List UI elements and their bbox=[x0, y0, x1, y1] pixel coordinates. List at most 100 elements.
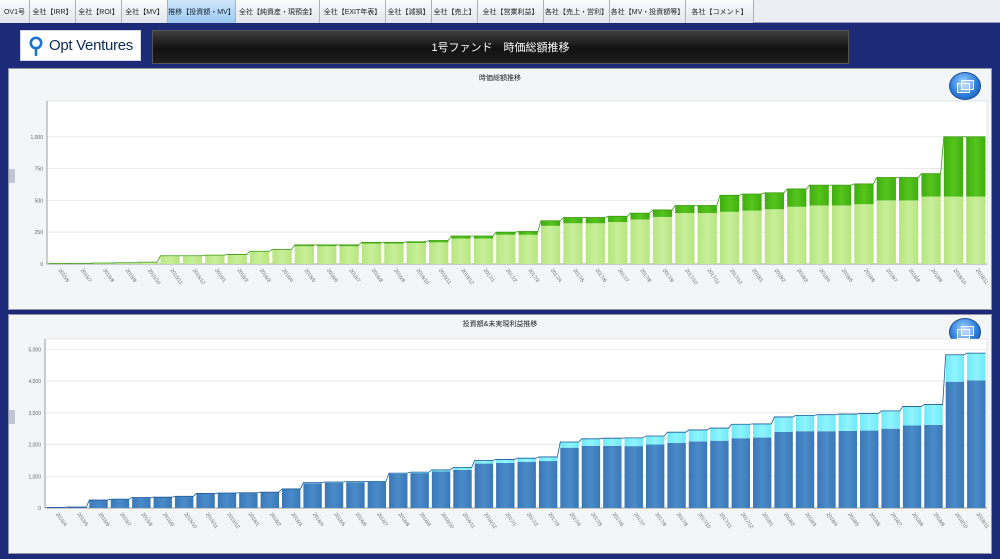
bar-base bbox=[774, 431, 793, 508]
x-tick-label: 2017/8 bbox=[654, 512, 668, 528]
bar-top bbox=[854, 183, 874, 205]
x-tick-label: 2015/6 bbox=[57, 268, 71, 284]
bar-top bbox=[752, 423, 772, 438]
x-tick-label: 2017/3 bbox=[546, 512, 560, 528]
x-tick-label: 2018/8 bbox=[907, 268, 921, 284]
tab-4[interactable]: 全社【MV】 bbox=[122, 0, 168, 23]
bar-base bbox=[451, 238, 471, 264]
bar-base bbox=[652, 216, 673, 264]
x-tick-label: 2016/1 bbox=[247, 512, 261, 528]
tab-6[interactable]: 全社【純資産・現預金】 bbox=[236, 0, 320, 23]
bar-base bbox=[860, 430, 879, 508]
bar-base bbox=[339, 246, 359, 264]
x-tick-label: 2017/7 bbox=[616, 268, 630, 284]
bar-top bbox=[881, 410, 900, 429]
y-tick-label: 1,000 bbox=[30, 135, 43, 141]
x-tick-label: 2015/11 bbox=[204, 512, 219, 530]
x-tick-label: 2017/5 bbox=[571, 268, 585, 284]
bar-base bbox=[667, 442, 686, 508]
bar-base bbox=[817, 431, 836, 508]
x-tick-label: 2016/7 bbox=[375, 512, 389, 528]
bar-base bbox=[731, 438, 751, 508]
x-tick-label: 2017/11 bbox=[706, 268, 721, 286]
x-tick-label: 2018/9 bbox=[932, 512, 946, 528]
x-tick-label: 2018/2 bbox=[773, 268, 787, 284]
bar-base bbox=[742, 210, 762, 264]
tab-5[interactable]: 推移【投資額・MV】 bbox=[168, 0, 236, 23]
bar-top bbox=[608, 216, 628, 223]
bar-base bbox=[272, 249, 292, 264]
bar-base bbox=[473, 238, 494, 264]
x-tick-label: 2015/12 bbox=[225, 512, 240, 530]
bar-top bbox=[517, 458, 536, 462]
bar-base bbox=[624, 446, 643, 508]
x-tick-label: 2018/8 bbox=[910, 512, 924, 528]
bar-base bbox=[581, 445, 601, 508]
bar-top bbox=[921, 173, 941, 197]
investment-chart-panel: 投資額&未実現利益推移 0 1,000 2,000 3,000 4,000 5,000 20… bbox=[8, 314, 992, 554]
x-tick-label: 2018/6 bbox=[862, 268, 876, 284]
bar-base bbox=[966, 196, 986, 264]
bar-base bbox=[303, 483, 322, 508]
x-tick-label: 2016/4 bbox=[280, 268, 294, 284]
bar-base bbox=[538, 461, 558, 508]
bar-base bbox=[943, 196, 964, 264]
x-tick-label: 2015/4 bbox=[54, 512, 68, 528]
bar-base bbox=[921, 196, 941, 264]
bar-base bbox=[899, 200, 919, 264]
bar-top bbox=[710, 428, 729, 441]
tab-12[interactable]: 各社【MV・投資額等】 bbox=[610, 0, 686, 23]
tab-7[interactable]: 全社【EXIT年表】 bbox=[320, 0, 386, 23]
bar-base bbox=[324, 482, 344, 508]
x-tick-label: 2016/9 bbox=[418, 512, 432, 528]
bar-top bbox=[563, 217, 583, 224]
tab-13[interactable]: 各社【コメント】 bbox=[686, 0, 754, 23]
y-tick-label: 500 bbox=[35, 198, 44, 204]
x-tick-label: 2018/10 bbox=[953, 512, 968, 530]
bar-base bbox=[787, 206, 807, 264]
x-tick-label: 2017/10 bbox=[696, 512, 711, 530]
x-tick-label: 2015/7 bbox=[79, 268, 93, 284]
x-tick-label: 2018/3 bbox=[803, 512, 817, 528]
market-cap-chart-panel: 時価総額推移 0 250 500 750 1,000 2015/6 2015/7 2015/8… bbox=[8, 68, 992, 310]
bar-top bbox=[675, 205, 695, 214]
header: Opt Ventures 1号ファンド 時価総額推移 bbox=[8, 28, 998, 64]
bar-base bbox=[346, 482, 365, 508]
bar-top bbox=[764, 192, 785, 210]
x-tick-label: 2017/5 bbox=[589, 512, 603, 528]
bar-top bbox=[624, 437, 643, 447]
x-tick-label: 2017/10 bbox=[683, 268, 698, 286]
investment-chart: 0 1,000 2,000 3,000 4,000 5,000 2015/4 2015/5 20… bbox=[28, 338, 990, 530]
tab-11[interactable]: 各社【売上・営利】 bbox=[544, 0, 610, 23]
tab-1[interactable]: OV1号 bbox=[0, 0, 30, 23]
x-tick-label: 2015/9 bbox=[124, 268, 138, 284]
bar-base bbox=[688, 441, 708, 508]
tab-9[interactable]: 全社【売上】 bbox=[432, 0, 478, 23]
x-tick-label: 2015/8 bbox=[140, 512, 154, 528]
x-tick-label: 2018/10 bbox=[952, 268, 967, 286]
x-tick-label: 2016/3 bbox=[290, 512, 304, 528]
tab-8[interactable]: 全社【減損】 bbox=[386, 0, 432, 23]
tab-10[interactable]: 全社【営業利益】 bbox=[478, 0, 544, 23]
x-tick-label: 2018/2 bbox=[782, 512, 796, 528]
x-tick-label: 2017/6 bbox=[594, 268, 608, 284]
bar-base bbox=[518, 234, 538, 264]
x-tick-label: 2016/11 bbox=[461, 512, 476, 530]
bar-base bbox=[585, 223, 605, 264]
x-tick-label: 2017/6 bbox=[611, 512, 625, 528]
bar-base bbox=[719, 211, 740, 264]
bar-base bbox=[838, 430, 858, 508]
y-tick-label: 0 bbox=[38, 506, 41, 512]
bar-top bbox=[924, 404, 943, 425]
bar-base bbox=[795, 431, 815, 508]
bar-base bbox=[182, 255, 203, 264]
x-tick-label: 2016/4 bbox=[311, 512, 325, 528]
y-tick-label: 4,000 bbox=[28, 379, 41, 385]
bar-top bbox=[496, 459, 515, 463]
bar-base bbox=[496, 234, 516, 264]
tab-3[interactable]: 全社【ROI】 bbox=[76, 0, 122, 23]
x-tick-label: 2017/11 bbox=[718, 512, 733, 530]
x-tick-label: 2015/6 bbox=[97, 512, 111, 528]
bar-base bbox=[496, 462, 515, 508]
tab-2[interactable]: 全社【IRR】 bbox=[30, 0, 76, 23]
